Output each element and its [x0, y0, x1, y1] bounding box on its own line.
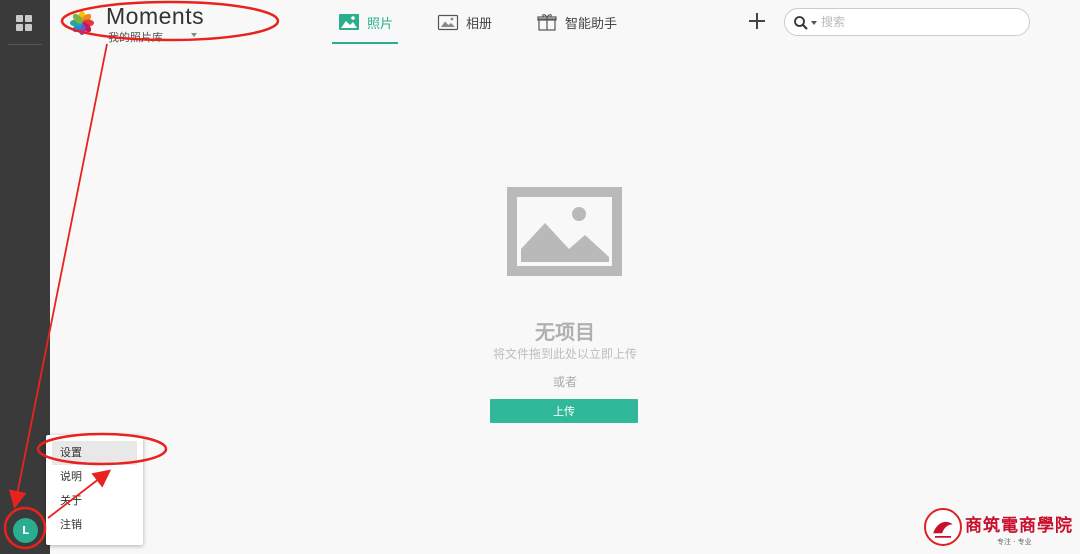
- apps-grid-icon[interactable]: [16, 15, 32, 31]
- menu-item-logout[interactable]: 注销: [46, 513, 137, 537]
- user-avatar[interactable]: L: [13, 518, 38, 543]
- active-tab-indicator: [332, 42, 398, 44]
- album-icon: [437, 14, 459, 31]
- tab-photos-label: 照片: [367, 17, 394, 32]
- tab-photos[interactable]: 照片: [338, 13, 393, 45]
- search-icon[interactable]: [793, 15, 809, 31]
- search-box[interactable]: [784, 8, 1030, 36]
- chevron-down-icon[interactable]: [191, 33, 197, 37]
- tab-albums[interactable]: 相册: [437, 13, 492, 45]
- left-rail: L: [0, 0, 50, 554]
- empty-state-or: 或者: [552, 375, 577, 389]
- library-selector[interactable]: 我的照片库: [108, 29, 163, 45]
- menu-item-settings[interactable]: 设置: [52, 441, 137, 465]
- tab-smart-assistant[interactable]: 智能助手: [536, 13, 617, 45]
- watermark-tagline: 专注 · 专业: [997, 538, 1032, 546]
- menu-item-about[interactable]: 关于: [46, 489, 137, 513]
- search-input[interactable]: [821, 12, 1021, 32]
- add-icon[interactable]: [746, 10, 768, 32]
- menu-item-help[interactable]: 说明: [46, 465, 137, 489]
- empty-photo-placeholder-icon: [507, 187, 622, 276]
- empty-state-subtitle: 将文件拖到此处以立即上传: [492, 347, 637, 361]
- gift-icon: [537, 14, 557, 31]
- moments-logo-icon: [70, 11, 94, 35]
- tab-albums-label: 相册: [466, 17, 493, 32]
- photo-icon: [339, 14, 359, 30]
- rail-divider: [8, 44, 42, 45]
- tab-smart-assistant-label: 智能助手: [565, 17, 618, 32]
- user-menu: 设置 说明 关于 注销: [46, 435, 143, 545]
- watermark-title: 商筑電商學院: [965, 516, 1073, 536]
- search-options-chevron-icon[interactable]: [811, 21, 817, 25]
- app-title: Moments: [106, 3, 205, 29]
- watermark-logo-icon: [924, 508, 962, 546]
- annotation-overlay: [3, 0, 280, 550]
- empty-state-title: 无项目: [535, 320, 595, 344]
- upload-button[interactable]: 上传: [490, 399, 638, 423]
